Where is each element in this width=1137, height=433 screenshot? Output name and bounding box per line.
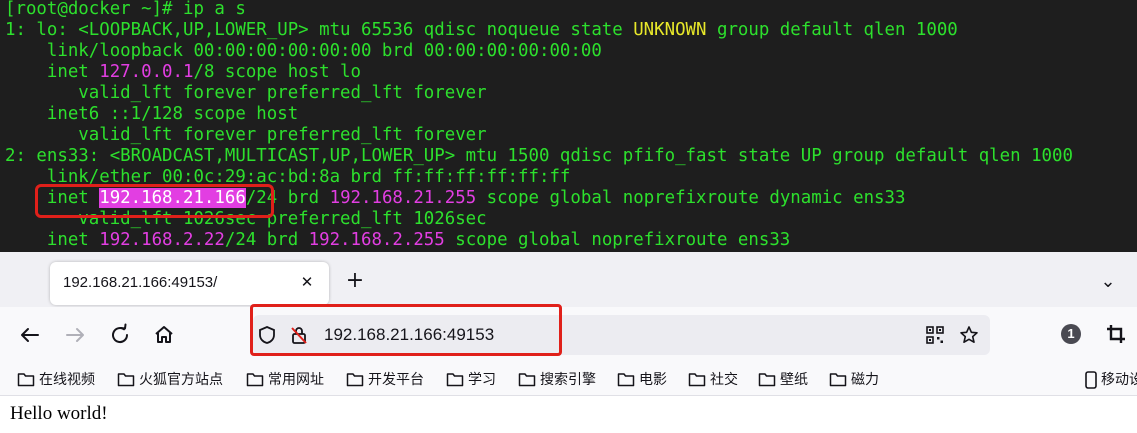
bookmark-label: 火狐官方站点	[139, 372, 223, 388]
bookmark-label: 电影	[639, 372, 667, 388]
extension-badge[interactable]: 1	[1061, 324, 1081, 344]
tab-active[interactable]: 192.168.21.166:49153/ ✕	[50, 262, 329, 305]
terminal-text: link/loopback 00:00:00:00:00:00 brd 00:0…	[5, 41, 602, 61]
folder-icon	[688, 373, 706, 387]
bookmark-label: 磁力	[851, 372, 879, 388]
terminal-text: [root@docker ~]# ip a s	[5, 0, 246, 19]
url-highlight-box	[250, 304, 562, 356]
terminal-line: [root@docker ~]# ip a s	[5, 0, 246, 20]
terminal-text: scope global noprefixroute dynamic ens33	[476, 188, 906, 208]
folder-icon	[758, 373, 776, 387]
folder-icon	[117, 373, 135, 387]
terminal-line: inet 127.0.0.1/8 scope host lo	[5, 62, 361, 83]
tab-close-icon[interactable]: ✕	[297, 272, 317, 292]
folder-icon	[829, 373, 847, 387]
bookmark-label: 移动设	[1101, 372, 1137, 388]
terminal-text: inet	[5, 62, 100, 82]
new-tab-button[interactable]: +	[343, 269, 367, 293]
terminal-text: /24 brd	[224, 230, 309, 250]
reload-button[interactable]	[106, 321, 134, 349]
terminal-text: 192.168.21.255	[329, 188, 477, 208]
terminal-text: inet	[5, 230, 100, 250]
bookmark-label: 开发平台	[368, 372, 424, 388]
bookmark-label: 社交	[710, 372, 738, 388]
folder-icon	[518, 373, 536, 387]
terminal-text: 2: ens33: <BROADCAST,MULTICAST,UP,LOWER_…	[5, 146, 1073, 166]
terminal-text: 192.168.2.255	[308, 230, 445, 250]
terminal-line: 2: ens33: <BROADCAST,MULTICAST,UP,LOWER_…	[5, 146, 1073, 167]
terminal-text: UNKNOWN	[633, 20, 707, 40]
terminal-line: valid_lft forever preferred_lft forever	[5, 125, 487, 146]
ip-highlight-box	[35, 184, 274, 218]
folder-icon	[246, 373, 264, 387]
bookmarks-toolbar: 移动设 在线视频 火狐官方站点 常用网址 开发平台 学习 搜索引擎 电影 社交 壁纸 磁力	[0, 363, 1137, 396]
folder-icon	[346, 373, 364, 387]
page-content: Hello world!	[0, 396, 1137, 433]
terminal-text: /8 scope host lo	[193, 62, 361, 82]
browser-window: 192.168.21.166:49153/ ✕ + ⌄ 192.168.21.1…	[0, 252, 1137, 433]
folder-icon	[446, 373, 464, 387]
bookmark-label: 壁纸	[780, 372, 808, 388]
terminal-text: 192.168.2.22	[99, 230, 225, 250]
home-button[interactable]	[150, 321, 178, 349]
terminal-line: valid_lft forever preferred_lft forever	[5, 83, 487, 104]
list-all-tabs-icon[interactable]: ⌄	[1096, 270, 1120, 294]
terminal-text: valid_lft forever preferred_lft forever	[5, 125, 487, 145]
terminal-text: inet6 ::1/128 scope host	[5, 104, 299, 124]
terminal-text: 127.0.0.1	[99, 62, 194, 82]
bookmark-label: 常用网址	[268, 372, 324, 388]
back-button[interactable]	[16, 321, 44, 349]
tab-title: 192.168.21.166:49153/	[63, 274, 218, 291]
folder-icon	[617, 373, 635, 387]
terminal-text: 1: lo: <LOOPBACK,UP,LOWER_UP> mtu 65536 …	[5, 20, 634, 40]
forward-button[interactable]	[61, 321, 89, 349]
terminal-text: valid_lft forever preferred_lft forever	[5, 83, 487, 103]
folder-icon	[17, 373, 35, 387]
qr-code-icon[interactable]	[925, 325, 945, 345]
terminal-text: scope global noprefixroute ens33	[444, 230, 791, 250]
bookmark-label: 学习	[468, 372, 496, 388]
tab-strip: 192.168.21.166:49153/ ✕ + ⌄	[0, 252, 1137, 307]
terminal-line: 1: lo: <LOOPBACK,UP,LOWER_UP> mtu 65536 …	[5, 20, 958, 41]
terminal-line: inet 192.168.2.22/24 brd 192.168.2.255 s…	[5, 230, 790, 251]
terminal-text: group default qlen 1000	[706, 20, 958, 40]
terminal-line: inet6 ::1/128 scope host	[5, 104, 298, 125]
screenshot-crop-icon[interactable]	[1105, 323, 1127, 345]
bookmark-label: 搜索引擎	[540, 372, 596, 388]
page-text: Hello world!	[10, 403, 108, 424]
bookmark-star-icon[interactable]	[959, 325, 979, 345]
navigation-toolbar: 192.168.21.166:49153 1	[0, 307, 1137, 363]
bookmark-label: 在线视频	[39, 372, 95, 388]
terminal-line: link/loopback 00:00:00:00:00:00 brd 00:0…	[5, 41, 602, 62]
